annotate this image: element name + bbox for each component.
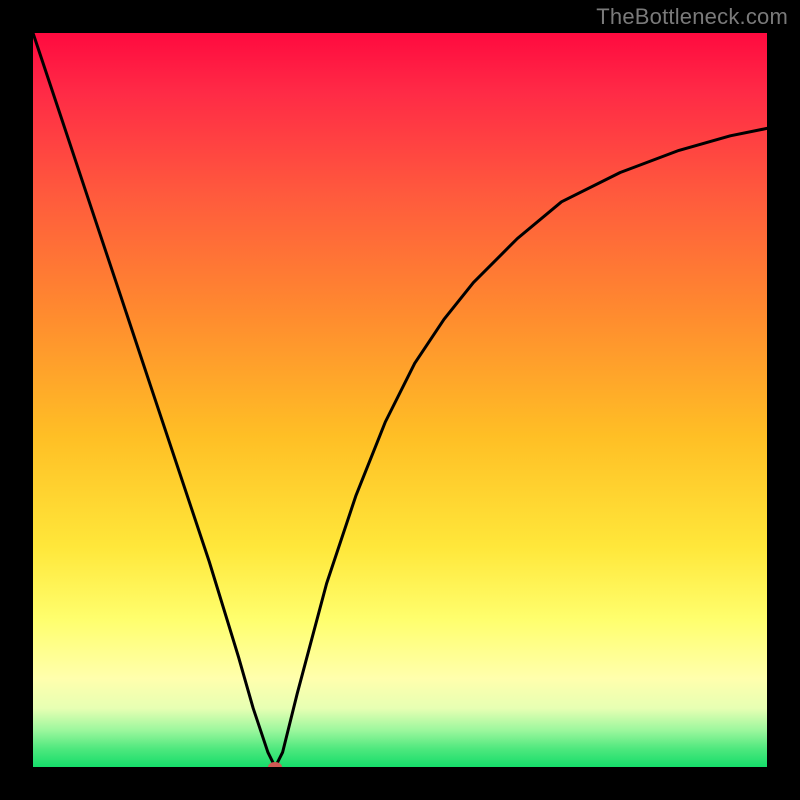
chart-frame: TheBottleneck.com [0,0,800,800]
curve-path [33,33,767,767]
plot-area [33,33,767,767]
bottleneck-curve [33,33,767,767]
minimum-marker [268,762,282,767]
watermark-text: TheBottleneck.com [596,4,788,30]
